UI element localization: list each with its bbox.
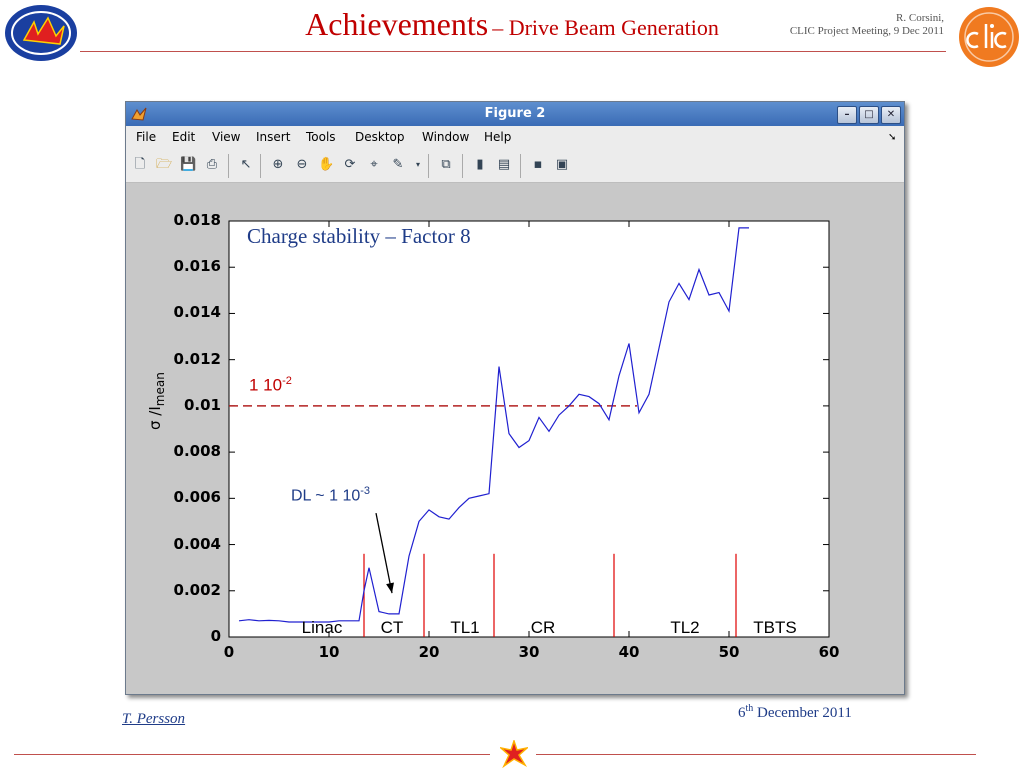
threshold-label-exp: -2 [282,375,292,387]
y-tick-label: 0.002 [173,580,221,599]
footer-divider-left [14,754,490,755]
x-tick-label: 20 [418,643,440,661]
segment-label: TL1 [450,618,480,637]
x-tick-label: 10 [318,643,340,661]
x-tick-label: 30 [518,643,540,661]
annotation-label: DL ~ 1 10-3 [291,485,370,505]
x-tick-label: 50 [718,643,740,661]
footer-date-rest: December 2011 [753,705,852,721]
y-tick-label: 0.006 [173,488,221,507]
segment-label: CR [530,618,556,637]
chart-title: Charge stability – Factor 8 [247,224,471,248]
footer-divider-right [536,754,976,755]
segment-label: CT [380,618,404,637]
y-tick-label: 0.01 [183,395,221,414]
star-icon [498,738,530,769]
annotation-label-text: DL ~ 1 10 [291,487,361,505]
y-tick-label: 0.008 [173,442,221,461]
segment-label: TL2 [670,618,700,637]
threshold-label: 1 10-2 [249,375,292,396]
y-tick-label: 0.016 [173,257,221,276]
y-tick-label: 0.014 [173,303,221,322]
plot-area [228,220,830,638]
annotation-label-exp: -3 [360,485,371,497]
segment-label: Linac [301,618,343,637]
x-tick-label: 0 [223,643,235,661]
x-tick-label: 40 [618,643,640,661]
y-tick-label: 0.004 [173,534,221,553]
y-tick-label: 0.018 [173,211,221,229]
y-tick-label: 0.012 [173,349,221,368]
x-tick-label: 60 [818,643,840,661]
footer-date: 6th December 2011 [738,703,852,722]
segment-label: TBTS [753,618,797,637]
threshold-label-text: 1 10 [249,375,283,395]
y-tick-label: 0 [210,627,221,645]
footer-author: T. Persson [122,711,186,727]
footer-date-num: 6 [738,705,746,721]
